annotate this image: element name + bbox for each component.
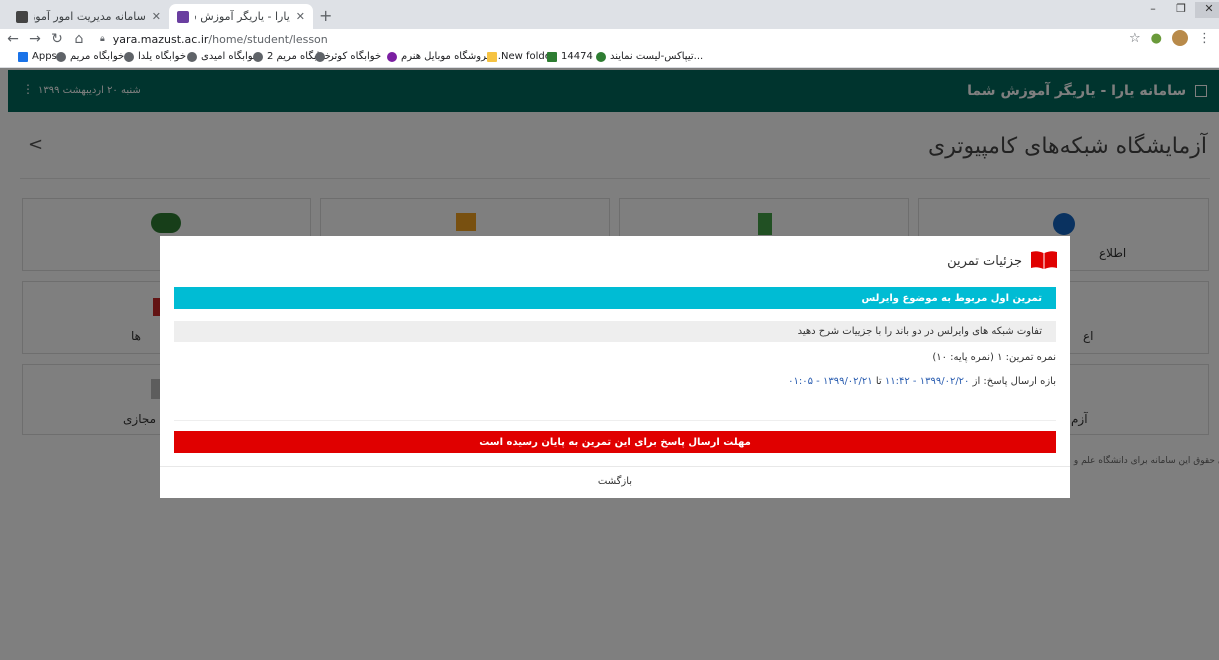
bookmark-item[interactable]: خوابگاه امیدی	[187, 51, 259, 62]
store-icon	[387, 51, 397, 62]
new-tab-icon[interactable]: +	[319, 6, 332, 25]
modal-footer: بازگشت	[160, 466, 1070, 498]
tipax-icon	[596, 51, 606, 62]
bookmarks-bar: Apps خوابگاه مریم خوابگاه یلدا خوابگاه ا…	[0, 49, 1219, 68]
deadline-expired-alert: مهلت ارسال پاسخ برای این تمرین به پایان …	[174, 431, 1056, 453]
tab-amoozesh[interactable]: سامانه مدیریت امور آموزش ✕	[8, 4, 169, 29]
browser-toolbar: ← → ↻ ⌂ 🔒︎ yara.mazust.ac.ir/home/studen…	[0, 29, 1219, 49]
divider	[174, 420, 1056, 421]
address-bar[interactable]: 🔒︎ yara.mazust.ac.ir/home/student/lesson	[100, 33, 328, 46]
globe-icon	[187, 51, 197, 62]
bookmark-item[interactable]: خوابگاه یلدا	[124, 51, 186, 62]
range-separator: تا	[875, 376, 882, 387]
bookmark-folder[interactable]: New folder	[487, 51, 555, 62]
minimize-icon[interactable]: –	[1139, 2, 1167, 18]
exercise-details-modal: جزئیات تمرین تمرین اول مربوط به موضوع وا…	[160, 236, 1070, 498]
url-host: yara.mazust.ac.ir	[112, 32, 209, 46]
exercise-title-bar: تمرین اول مربوط به موضوع وایرلس	[174, 287, 1056, 309]
bookmark-item[interactable]: 14474	[547, 51, 593, 62]
yara-favicon-icon	[177, 10, 189, 23]
bookmark-apps[interactable]: Apps	[18, 51, 57, 62]
modal-header: جزئیات تمرین	[160, 236, 1070, 286]
browser-menu-icon[interactable]: ⋮	[1198, 31, 1211, 46]
range-to: ۱۳۹۹/۰۲/۲۱ - ۰۱:۰۵	[788, 376, 873, 387]
apps-grid-icon	[18, 51, 28, 62]
lock-icon: 🔒︎	[100, 34, 105, 44]
folder-icon	[487, 51, 497, 62]
submission-range: بازه ارسال پاسخ: از ۱۳۹۹/۰۲/۲۰ - ۱۱:۴۲ ت…	[788, 376, 1056, 387]
open-book-icon	[1031, 251, 1057, 269]
university-favicon-icon	[16, 10, 28, 23]
bookmark-item[interactable]: فروشگاه موبایل هنرم...	[387, 51, 501, 62]
bookmark-star-icon[interactable]: ☆	[1129, 31, 1141, 46]
tab-title: سامانه مدیریت امور آموزش	[34, 10, 146, 23]
globe-icon	[315, 51, 325, 62]
bookmark-item[interactable]: تیپاکس-لیست نمایند...	[596, 51, 703, 62]
globe-icon	[124, 51, 134, 62]
modal-title: جزئیات تمرین	[947, 254, 1022, 269]
back-button[interactable]: بازگشت	[590, 476, 640, 487]
restore-icon[interactable]: ❐	[1167, 2, 1195, 18]
close-tab-icon[interactable]: ✕	[152, 10, 161, 23]
window-close-icon[interactable]: ✕	[1195, 2, 1219, 18]
reload-icon[interactable]: ↻	[48, 30, 66, 48]
range-from: ۱۳۹۹/۰۲/۲۰ - ۱۱:۴۲	[884, 376, 970, 387]
globe-icon	[56, 51, 66, 62]
bookmark-item[interactable]: خوابگاه کوثر	[315, 51, 381, 62]
range-label: بازه ارسال پاسخ: از	[972, 376, 1056, 387]
exercise-description: تفاوت شبکه های وایرلس در دو باند را با ج…	[174, 321, 1056, 342]
exercise-grade: نمره تمرین: ۱ (نمره پایه: ۱۰)	[932, 352, 1056, 363]
forward-arrow-icon[interactable]: →	[26, 30, 44, 48]
grid-icon	[547, 51, 557, 62]
back-arrow-icon[interactable]: ←	[4, 30, 22, 48]
tab-title: یارا - یاریگر آموزش شما :	[195, 10, 290, 23]
home-icon[interactable]: ⌂	[70, 30, 88, 48]
bookmark-item[interactable]: خوابگاه مریم	[56, 51, 124, 62]
globe-icon	[253, 51, 263, 62]
tab-yara[interactable]: یارا - یاریگر آموزش شما : ✕	[169, 4, 313, 29]
url-path: /home/student/lesson	[208, 32, 328, 46]
profile-avatar[interactable]	[1172, 30, 1188, 46]
browser-tabstrip: سامانه مدیریت امور آموزش ✕ یارا - یاریگر…	[0, 0, 1219, 29]
extension-icon[interactable]: ●	[1151, 31, 1162, 46]
close-tab-icon[interactable]: ✕	[296, 10, 305, 23]
